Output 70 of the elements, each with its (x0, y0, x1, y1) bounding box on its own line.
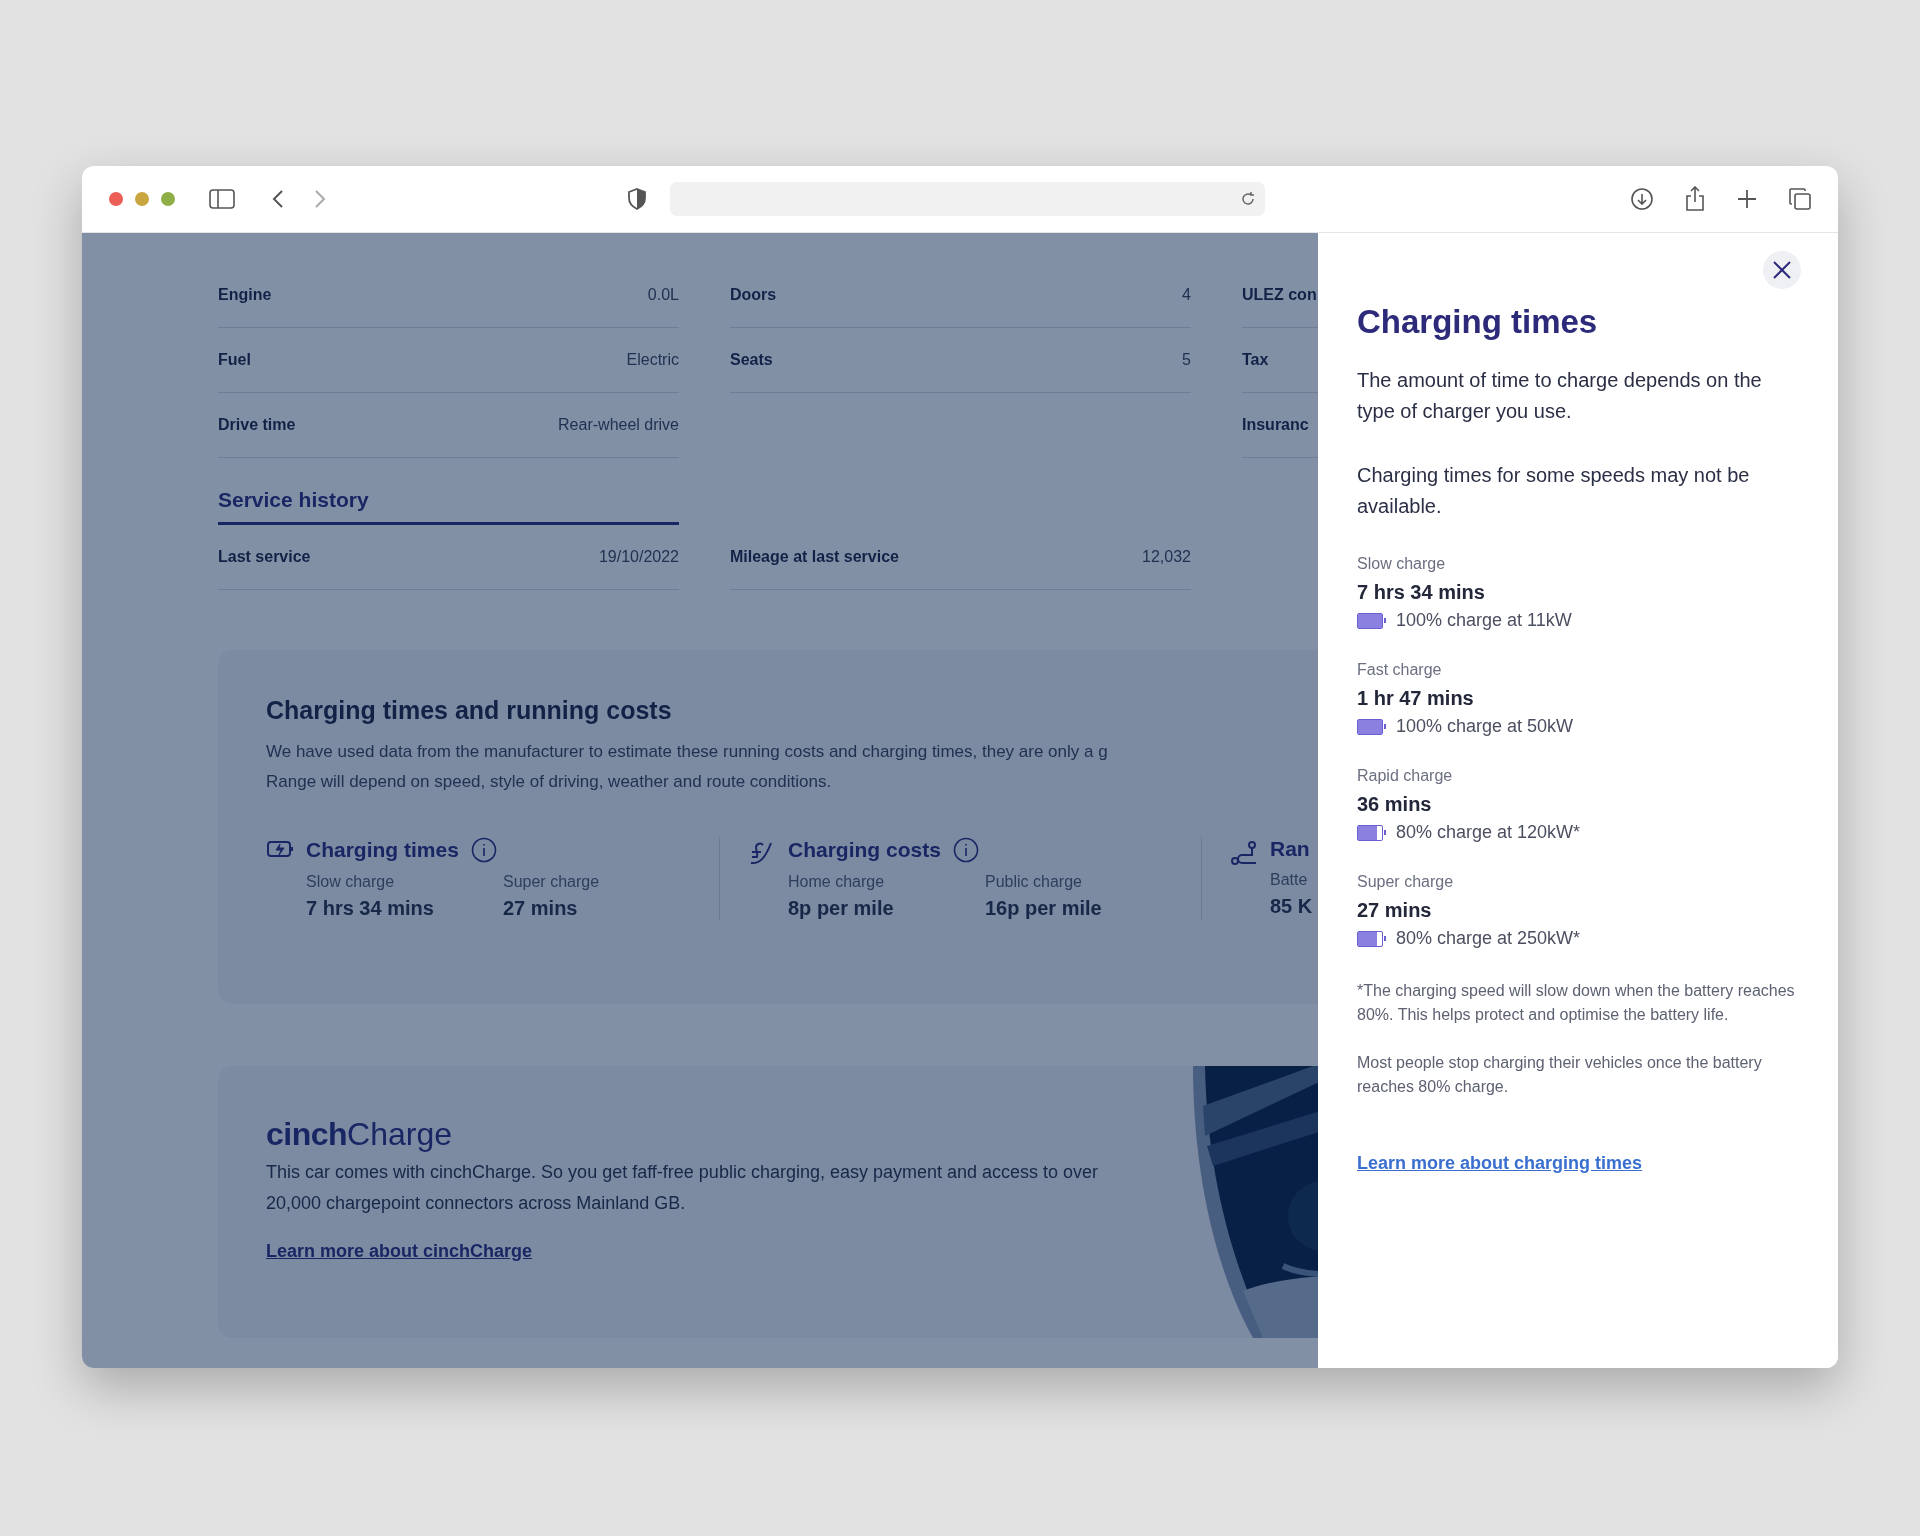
close-icon (1772, 260, 1792, 280)
spec-label: Insuranc (1242, 416, 1309, 434)
card-title: Charging times and running costs (266, 696, 673, 725)
learn-more-link[interactable]: Learn more about cinchCharge (266, 1241, 533, 1262)
service-label: Last service (218, 548, 311, 566)
stat-label: Slow charge (306, 873, 396, 891)
close-button[interactable] (1763, 251, 1801, 289)
charge-detail: 100% charge at 11kW (1396, 610, 1572, 631)
stat-value: 8p per mile (788, 897, 895, 920)
stat-title: Charging costs (788, 838, 941, 862)
tabs-overview-icon[interactable] (1788, 187, 1812, 211)
sidebar-icon[interactable] (209, 189, 235, 209)
spec-value: 4 (1182, 286, 1191, 304)
spec-label: Tax (1242, 351, 1269, 369)
footnote: *The charging speed will slow down when the battery reaches 80%. This helps protect and optimise the battery life. (1357, 981, 1796, 1025)
section-tab[interactable]: Service history (218, 488, 369, 522)
speed-label: Slow charge (1357, 555, 1447, 573)
promo-text: This car comes with cinchCharge. So you get faff-free public charging, easy payment and access to over 20,000 chargepoint connectors across Mainland GB. (266, 1161, 1100, 1215)
spec-label: Engine (218, 286, 272, 304)
stat-value: 7 hrs 34 mins (306, 897, 435, 920)
info-icon[interactable] (952, 837, 979, 863)
stat-label: Home charge (788, 873, 886, 891)
speed-label: Rapid charge (1357, 767, 1454, 785)
info-icon[interactable] (470, 837, 497, 863)
speed-label: Super charge (1357, 873, 1455, 891)
spec-value: 5 (1182, 351, 1191, 369)
drawer-paragraph: Charging times for some speeds may not be available. (1357, 463, 1751, 519)
spec-label: Fuel (218, 351, 251, 369)
download-icon[interactable] (1630, 187, 1654, 211)
stat-label: Super charge (503, 873, 601, 891)
speed-label: Fast charge (1357, 661, 1443, 679)
stat-title: Ran (1270, 837, 1310, 861)
spec-label: Doors (730, 286, 777, 304)
reload-icon[interactable] (1239, 190, 1257, 208)
spec-value: Rear-wheel drive (558, 416, 679, 434)
stat-value: 85 K (1270, 895, 1314, 918)
service-value: 12,032 (1142, 548, 1191, 566)
charge-detail: 80% charge at 120kW* (1396, 822, 1581, 843)
charge-time: 1 hr 47 mins (1357, 687, 1475, 710)
spec-label: ULEZ con (1242, 286, 1317, 304)
spec-value: 0.0L (647, 286, 679, 304)
charge-time: 36 mins (1357, 793, 1433, 816)
new-tab-icon[interactable] (1736, 188, 1758, 210)
stat-value: 16p per mile (985, 897, 1103, 920)
drawer-title: Charging times (1357, 303, 1599, 341)
share-icon[interactable] (1684, 186, 1706, 212)
stat-label: Batte (1270, 871, 1309, 889)
back-icon[interactable] (271, 189, 285, 209)
stat-value: 27 mins (503, 897, 579, 920)
shield-icon[interactable] (627, 188, 647, 210)
battery-bolt-icon (266, 839, 296, 859)
stat-title: Charging times (306, 838, 459, 862)
charge-detail: 100% charge at 50kW (1396, 716, 1574, 737)
close-window-button[interactable] (109, 192, 123, 206)
brand-logo: cinchCharge (266, 1116, 454, 1153)
footnote: Most people stop charging their vehicles once the battery reaches 80% charge. (1357, 1053, 1763, 1097)
spec-value: Electric (626, 351, 679, 369)
stat-label: Public charge (985, 873, 1083, 891)
charge-detail: 80% charge at 250kW* (1396, 928, 1581, 949)
learn-more-link[interactable]: Learn more about charging times (1357, 1153, 1643, 1174)
description-line: Range will depend on speed, style of driving, weather and route conditions. (266, 771, 833, 793)
description-line: We have used data from the manufacturer to estimate these running costs and charging times, they are only a g (266, 741, 1109, 763)
service-value: 19/10/2022 (598, 548, 679, 566)
modal-overlay[interactable] (82, 233, 1318, 1368)
spec-label: Seats (730, 351, 773, 369)
service-label: Mileage at last service (730, 548, 899, 566)
drawer-paragraph: The amount of time to charge depends on the type of charger you use. (1357, 368, 1763, 424)
spec-label: Drive time (218, 416, 296, 434)
charge-time: 27 mins (1357, 899, 1433, 922)
charge-time: 7 hrs 34 mins (1357, 581, 1486, 604)
